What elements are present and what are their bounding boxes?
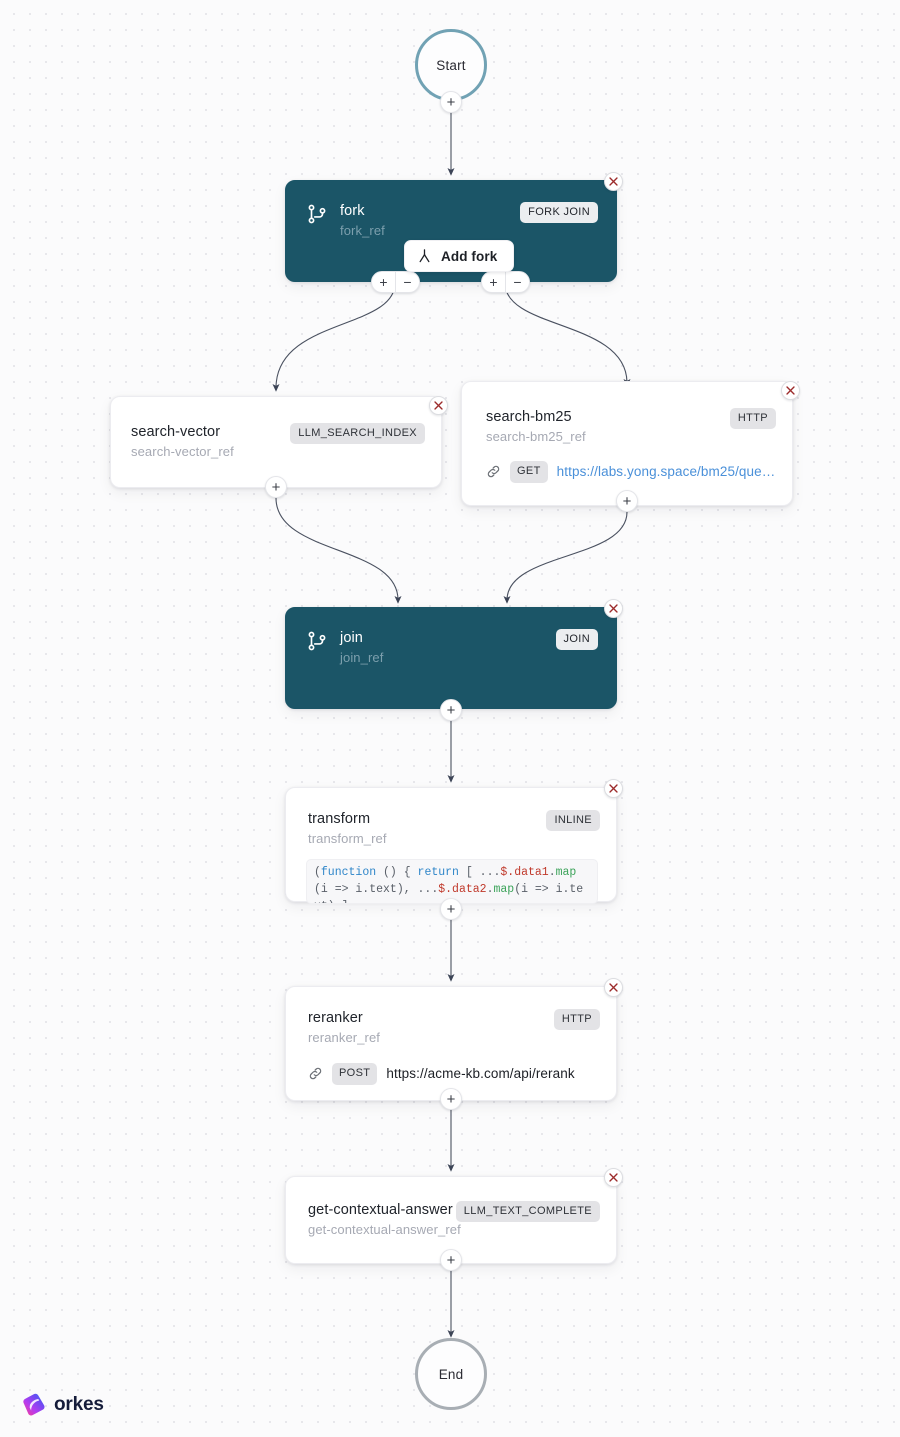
reranker-header: reranker reranker_ref HTTP [286, 987, 616, 1046]
plus-icon: + [446, 900, 456, 918]
close-x-icon [609, 177, 618, 186]
plus-icon: + [446, 701, 456, 719]
fork-branch-2-controls[interactable]: + − [481, 271, 530, 293]
fork-branch-1-remove-button[interactable]: − [396, 272, 419, 292]
close-x-icon [609, 1173, 618, 1182]
search-vector-name: search-vector [131, 424, 221, 440]
get-contextual-answer-header: get-contextual-answer get-contextual-ans… [286, 1177, 616, 1238]
start-label: Start [436, 57, 466, 73]
plus-icon: + [446, 1251, 456, 1269]
fork-type-badge: FORK JOIN [520, 202, 598, 224]
join-type-badge: JOIN [555, 629, 598, 651]
search-bm25-http-url[interactable]: https://labs.yong.space/bm25/que… [557, 464, 776, 479]
fork-branch-1-controls[interactable]: + − [371, 271, 420, 293]
fork-node-ref: fork_ref [340, 223, 385, 239]
fork-branch-icon [419, 249, 430, 263]
delete-reranker-button[interactable] [604, 978, 623, 997]
end-label: End [438, 1366, 464, 1382]
fork-node-header: fork fork_ref FORK JOIN [286, 181, 616, 239]
delete-get-contextual-answer-button[interactable] [604, 1168, 623, 1187]
search-vector-header: search-vector search-vector_ref LLM_SEAR… [111, 397, 441, 460]
fork-node-name: fork [340, 203, 365, 219]
transform-titles: transform transform_ref [308, 810, 546, 847]
reranker-titles: reranker reranker_ref [308, 1009, 554, 1046]
get-contextual-answer-type-badge: LLM_TEXT_COMPLETE [455, 1201, 600, 1223]
git-branch-icon [306, 630, 328, 652]
reranker-http-row[interactable]: POST https://acme-kb.com/api/rerank [286, 1046, 616, 1085]
close-x-icon [609, 604, 618, 613]
search-vector-ref: search-vector_ref [131, 444, 234, 460]
close-x-icon [609, 784, 618, 793]
reranker-ref: reranker_ref [308, 1030, 381, 1046]
join-node-name: join [340, 630, 363, 646]
fork-branch-2-remove-button[interactable]: − [506, 272, 529, 292]
fork-branch-2-add-button[interactable]: + [482, 272, 505, 292]
get-contextual-answer-ref: get-contextual-answer_ref [308, 1222, 461, 1238]
transform-type-badge: INLINE [546, 810, 600, 832]
delete-transform-button[interactable] [604, 779, 623, 798]
add-task-after-search-vector-button[interactable]: + [265, 476, 287, 498]
reranker-http-url[interactable]: https://acme-kb.com/api/rerank [386, 1066, 574, 1081]
orkes-logo-text: orkes [54, 1393, 104, 1415]
link-chain-icon [487, 466, 500, 478]
add-task-after-start-button[interactable]: + [440, 91, 462, 113]
plus-icon: + [446, 93, 456, 111]
add-task-after-reranker-button[interactable]: + [440, 1088, 462, 1110]
add-fork-button[interactable]: Add fork [404, 240, 515, 272]
add-task-after-search-bm25-button[interactable]: + [616, 490, 638, 512]
delete-search-vector-button[interactable] [429, 396, 448, 415]
reranker-name: reranker [308, 1010, 363, 1026]
search-bm25-ref: search-bm25_ref [486, 429, 586, 445]
plus-icon: + [271, 478, 281, 496]
fork-branch-1-add-button[interactable]: + [372, 272, 395, 292]
reranker-http-method: POST [332, 1063, 378, 1085]
search-bm25-http-method: GET [510, 461, 548, 483]
join-node-header: join join_ref JOIN [286, 608, 616, 666]
get-contextual-answer-name: get-contextual-answer [308, 1202, 453, 1218]
search-vector-titles: search-vector search-vector_ref [131, 423, 290, 460]
close-x-icon [786, 386, 795, 395]
transform-header: transform transform_ref INLINE [286, 788, 616, 847]
search-bm25-titles: search-bm25 search-bm25_ref [486, 408, 730, 445]
orkes-logo-icon [23, 1393, 45, 1416]
orkes-logo: orkes [22, 1392, 104, 1417]
search-bm25-name: search-bm25 [486, 409, 572, 425]
add-task-after-get-contextual-answer-button[interactable]: + [440, 1249, 462, 1271]
task-node-join[interactable]: join join_ref JOIN [285, 607, 617, 709]
delete-fork-button[interactable] [604, 172, 623, 191]
reranker-type-badge: HTTP [553, 1009, 600, 1031]
search-bm25-type-badge: HTTP [729, 408, 776, 430]
add-task-after-transform-button[interactable]: + [440, 898, 462, 920]
transform-ref: transform_ref [308, 831, 387, 847]
add-task-after-join-button[interactable]: + [440, 699, 462, 721]
delete-search-bm25-button[interactable] [781, 381, 800, 400]
get-contextual-answer-titles: get-contextual-answer get-contextual-ans… [308, 1201, 461, 1238]
task-node-transform[interactable]: transform transform_ref INLINE (function… [285, 787, 617, 905]
close-x-icon [434, 401, 443, 410]
join-node-ref: join_ref [340, 650, 384, 666]
git-branch-icon [306, 203, 328, 225]
search-vector-type-badge: LLM_SEARCH_INDEX [290, 423, 425, 445]
link-chain-icon [309, 1068, 322, 1080]
search-bm25-http-row[interactable]: GET https://labs.yong.space/bm25/que… [462, 445, 792, 483]
join-node-titles: join join_ref [340, 629, 556, 666]
plus-icon: + [446, 1090, 456, 1108]
search-bm25-header: search-bm25 search-bm25_ref HTTP [462, 382, 792, 445]
close-x-icon [609, 983, 618, 992]
delete-join-button[interactable] [604, 599, 623, 618]
add-fork-label: Add fork [441, 248, 498, 264]
plus-icon: + [622, 492, 632, 510]
task-node-reranker[interactable]: reranker reranker_ref HTTP POST https://… [285, 986, 617, 1101]
task-node-search-vector[interactable]: search-vector search-vector_ref LLM_SEAR… [110, 396, 442, 488]
task-node-search-bm25[interactable]: search-bm25 search-bm25_ref HTTP GET htt… [461, 381, 793, 506]
fork-node-titles: fork fork_ref [340, 202, 520, 239]
workflow-canvas[interactable]: Start + fork fork_ref FORK JOIN Add fork… [0, 0, 900, 1437]
transform-name: transform [308, 811, 371, 827]
end-node[interactable]: End [415, 1338, 487, 1410]
